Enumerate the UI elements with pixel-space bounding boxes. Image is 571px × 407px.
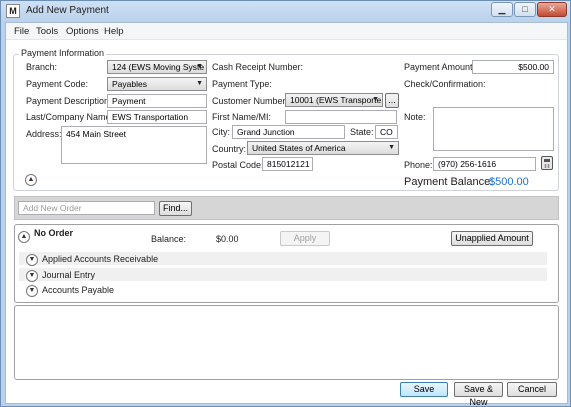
chevron-down-icon: ▼ [28,287,36,294]
branch-select[interactable]: 124 (EWS Moving Syste ▼ [107,60,207,74]
balance-value: $0.00 [216,234,239,244]
no-order-title: No Order [34,228,74,238]
branch-value: 124 (EWS Moving Syste [112,62,205,72]
client-area: File Tools Options Help Payment Informat… [5,22,568,407]
detail-area [14,305,559,380]
city-label: City: [212,127,230,137]
minimize-button[interactable]: ▁ [491,2,513,17]
title-bar: M Add New Payment ▁ □ ✕ [1,1,570,22]
address-label: Address: [26,129,62,139]
customer-lookup-button[interactable]: ... [385,93,399,108]
balance-label: Balance: [151,234,187,244]
state-label: State: [350,127,374,137]
expand-journal-entry-button[interactable]: ▼ [26,270,38,282]
find-button[interactable]: Find... [159,201,192,216]
customer-number-select[interactable]: 10001 (EWS Transporte ▼ [285,93,383,107]
payment-amount-label: Payment Amount: [404,62,476,72]
payment-information-label: Payment Information [19,48,107,58]
company-name-field[interactable]: EWS Transportation [107,110,207,124]
menu-tools[interactable]: Tools [36,26,58,37]
unapplied-amount-button[interactable]: Unapplied Amount [451,231,533,246]
payment-code-value: Payables [112,79,147,89]
state-field[interactable]: CO [375,125,398,139]
country-value: United States of America [252,143,346,153]
app-icon: M [6,4,20,18]
first-name-field[interactable] [285,110,397,124]
chevron-down-icon: ▼ [388,144,395,151]
first-name-label: First Name/MI: [212,112,272,122]
country-select[interactable]: United States of America ▼ [247,141,399,155]
city-field[interactable]: Grand Junction [232,125,345,139]
chevron-down-icon: ▼ [196,80,203,87]
chevron-down-icon: ▼ [372,96,379,103]
chevron-up-icon: ▲ [27,176,35,183]
payment-balance-label: Payment Balance: [404,176,494,188]
payment-description-label: Payment Description: [26,96,112,106]
postal-code-field[interactable]: 815012121 [262,157,313,171]
calculator-icon[interactable] [541,156,553,170]
chevron-down-icon: ▼ [28,272,36,279]
chevron-down-icon: ▼ [196,63,203,70]
branch-label: Branch: [26,62,58,72]
check-confirmation-label: Check/Confirmation: [404,79,486,89]
expand-applied-ar-button[interactable]: ▼ [26,254,38,266]
address-field[interactable]: 454 Main Street [61,126,207,164]
maximize-button[interactable]: □ [514,2,536,17]
close-button[interactable]: ✕ [537,2,567,17]
payment-balance-value: $500.00 [489,176,529,188]
section-label-journal-entry: Journal Entry [42,270,96,280]
customer-number-value: 10001 (EWS Transporte [290,95,382,105]
chevron-down-icon: ▼ [28,256,36,263]
company-name-label: Last/Company Name: [26,112,114,122]
section-label-applied-ar: Applied Accounts Receivable [42,254,159,264]
customer-number-label: Customer Number: [212,96,289,106]
window-title: Add New Payment [26,5,109,16]
menu-file[interactable]: File [14,26,29,37]
collapse-payment-info-button[interactable]: ▲ [25,174,37,186]
collapse-order-button[interactable]: ▲ [18,231,30,243]
phone-label: Phone: [404,160,433,170]
payment-description-field[interactable]: Payment [107,94,207,108]
country-label: Country: [212,144,247,154]
section-row-journal-entry[interactable] [19,268,547,281]
payment-amount-field[interactable]: $500.00 [472,60,554,74]
phone-field[interactable]: (970) 256-1616 [433,157,536,171]
section-label-accounts-payable: Accounts Payable [42,285,115,295]
payment-type-label: Payment Type: [212,79,272,89]
note-field[interactable] [433,107,554,151]
expand-accounts-payable-button[interactable]: ▼ [26,285,38,297]
app-window: M Add New Payment ▁ □ ✕ File Tools Optio… [0,0,571,407]
menu-help[interactable]: Help [104,26,124,37]
note-label: Note: [404,112,426,122]
add-new-order-input[interactable]: Add New Order [18,201,155,215]
payment-code-select[interactable]: Payables ▼ [107,77,207,91]
postal-code-label: Postal Code: [212,160,264,170]
cash-receipt-label: Cash Receipt Number: [212,62,304,72]
chevron-up-icon: ▲ [20,233,28,240]
menu-bar: File Tools Options Help [6,23,567,40]
payment-code-label: Payment Code: [26,79,89,89]
apply-button[interactable]: Apply [280,231,330,246]
save-and-new-button[interactable]: Save & New [454,382,503,407]
menu-options[interactable]: Options [66,26,99,37]
cancel-button[interactable]: Cancel [507,382,557,397]
save-button[interactable]: Save [400,382,448,397]
